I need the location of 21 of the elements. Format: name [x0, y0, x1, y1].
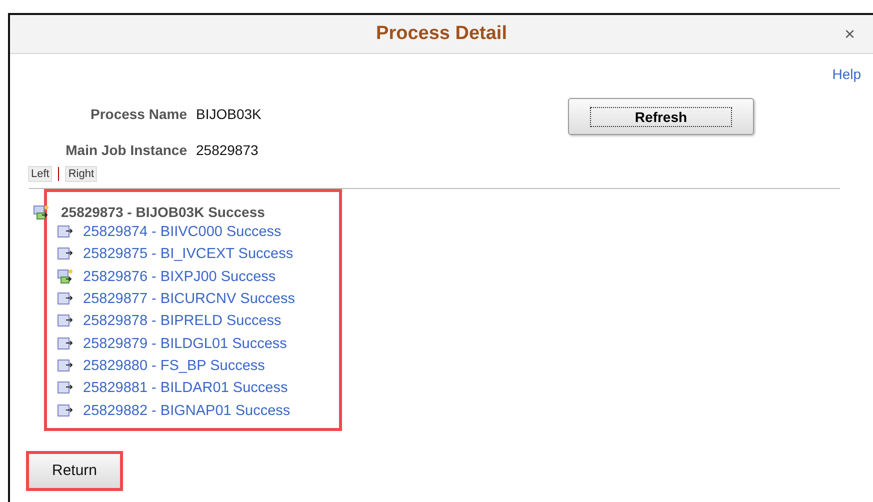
tree-item-link[interactable]: 25829879 - BILDGL01 Success	[83, 336, 287, 352]
tree-item-link[interactable]: 25829874 - BIIVC000 Success	[83, 224, 282, 240]
tree-item-link[interactable]: 25829880 - FS_BP Success	[83, 358, 265, 374]
tree-item-link[interactable]: 25829877 - BICURCNV Success	[83, 291, 295, 308]
field-label: Process Name	[89, 106, 187, 122]
tree-item-link[interactable]: 25829878 - BIPRELD Success	[83, 313, 282, 330]
field-value: BIJOB03K	[196, 106, 262, 122]
tree-item-link[interactable]: 25829881 - BILDAR01 Success	[83, 380, 288, 396]
close-button[interactable]: ×	[844, 24, 855, 45]
field-label: Main Job Instance	[64, 142, 187, 158]
toggle-button[interactable]: Right	[65, 166, 98, 182]
window-title: Process Detail	[376, 23, 507, 45]
tree-item-link[interactable]: 25829882 - BIGNAP01 Success	[83, 402, 290, 419]
tree-root[interactable]: 25829873 - BIJOB03K Success	[61, 204, 265, 220]
tree-item-link[interactable]: 25829875 - BI_IVCEXT Success	[83, 246, 294, 262]
toggle-button[interactable]: Left	[28, 166, 52, 182]
return-button[interactable]: Return	[26, 450, 123, 491]
help-link[interactable]: Help	[832, 66, 861, 82]
refresh-button[interactable]: Refresh	[568, 98, 754, 135]
tree-item-link[interactable]: 25829876 - BIXPJ00 Success	[83, 268, 276, 285]
field-value: 25829873	[196, 142, 260, 158]
